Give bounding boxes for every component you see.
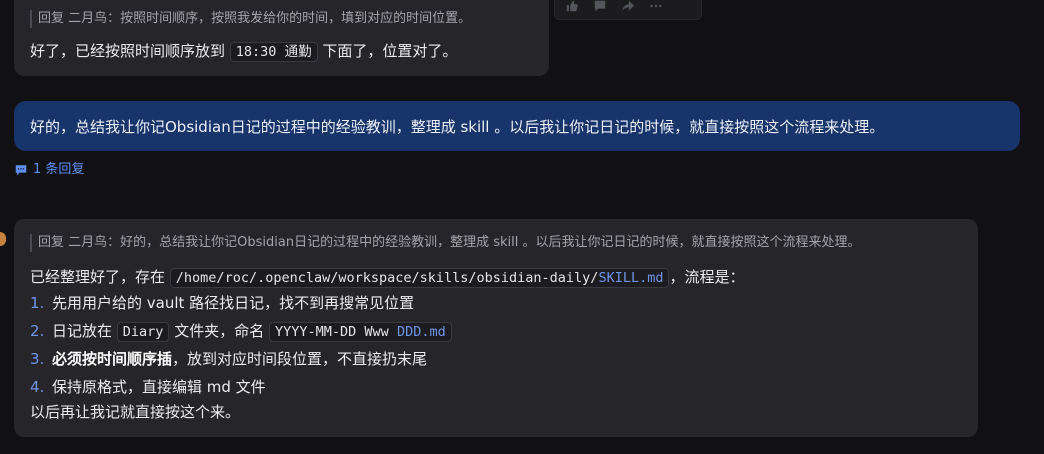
message-text: 好的，总结我让你记Obsidian日记的过程中的经验教训，整理成 skill 。… xyxy=(30,117,885,136)
filename-code[interactable]: YYYY-MM-DD Www DDD.md xyxy=(269,321,452,342)
chat-view: 回复 二月鸟：按照时间顺序，按照我发给你的时间，填到对应的时间位置。 好了，已经… xyxy=(0,0,1044,454)
intro-text: 已经整理好了，存在 xyxy=(30,268,166,286)
share-icon[interactable] xyxy=(621,0,635,13)
file-path-code[interactable]: /home/roc/.openclaw/workspace/skills/obs… xyxy=(169,268,670,288)
reply-quote: 回复 二月鸟：好的，总结我让你记Obsidian日记的过程中的经验教训，整理成 … xyxy=(30,234,964,252)
list-number: 4. xyxy=(30,377,45,396)
list-text: ，放到对应时间段位置，不直接扔末尾 xyxy=(172,350,428,368)
inline-code: Diary xyxy=(116,321,170,342)
intro-after: ，流程是： xyxy=(669,268,745,286)
file-link[interactable]: SKILL.md xyxy=(598,270,663,286)
list-item: 4. 保持原格式，直接编辑 md 文件 xyxy=(30,374,964,402)
message-text: 好了，已经按照时间顺序放到 18:30 通勤 下面了，位置对了。 xyxy=(30,39,535,64)
text-after: 下面了，位置对了。 xyxy=(322,42,458,60)
list-number: 3. xyxy=(30,350,45,368)
avatar xyxy=(0,232,6,246)
message-intro: 已经整理好了，存在 /home/roc/.openclaw/workspace/… xyxy=(30,265,964,290)
file-link[interactable]: DDD.md xyxy=(397,324,446,340)
reply-quote: 回复 二月鸟：按照时间顺序，按照我发给你的时间，填到对应的时间位置。 xyxy=(30,10,535,28)
thumbs-up-icon[interactable] xyxy=(565,0,579,13)
bot-message-2: 回复 二月鸟：好的，总结我让你记Obsidian日记的过程中的经验教训，整理成 … xyxy=(14,219,978,437)
thread-replies-link[interactable]: 1 条回复 xyxy=(14,161,84,179)
user-message: 好的，总结我让你记Obsidian日记的过程中的经验教训，整理成 skill 。… xyxy=(14,101,1020,151)
thread-replies-label: 1 条回复 xyxy=(33,162,85,177)
list-text: 日记放在 xyxy=(52,321,113,340)
message-toolbar xyxy=(554,0,702,20)
comment-icon xyxy=(14,163,28,177)
closing-text: 以后再让我记就直接按这个来。 xyxy=(30,403,241,421)
list-text: 先用用户给的 vault 路径找日记，找不到再搜常见位置 xyxy=(52,294,415,312)
list-text: 文件夹，命名 xyxy=(174,321,265,340)
list-number: 2. xyxy=(30,321,45,340)
more-icon[interactable] xyxy=(649,0,663,13)
bot-message-1: 回复 二月鸟：按照时间顺序，按照我发给你的时间，填到对应的时间位置。 好了，已经… xyxy=(14,0,549,76)
list-text: 保持原格式，直接编辑 md 文件 xyxy=(52,377,266,396)
list-item: 1. 先用用户给的 vault 路径找日记，找不到再搜常见位置 xyxy=(30,290,964,318)
text-before: 好了，已经按照时间顺序放到 xyxy=(30,42,226,60)
list-item: 3. 必须按时间顺序插，放到对应时间段位置，不直接扔末尾 xyxy=(30,346,964,374)
inline-code: 18:30 通勤 xyxy=(229,42,318,62)
bold-text: 必须按时间顺序插 xyxy=(52,350,173,368)
comment-icon[interactable] xyxy=(593,0,607,13)
filename-pattern: YYYY-MM-DD Www xyxy=(275,323,397,340)
list-number: 1. xyxy=(30,294,45,312)
list-item: 2. 日记放在 Diary 文件夹，命名 YYYY-MM-DD Www DDD.m… xyxy=(30,318,964,347)
file-path: /home/roc/.openclaw/workspace/skills/obs… xyxy=(175,270,599,286)
